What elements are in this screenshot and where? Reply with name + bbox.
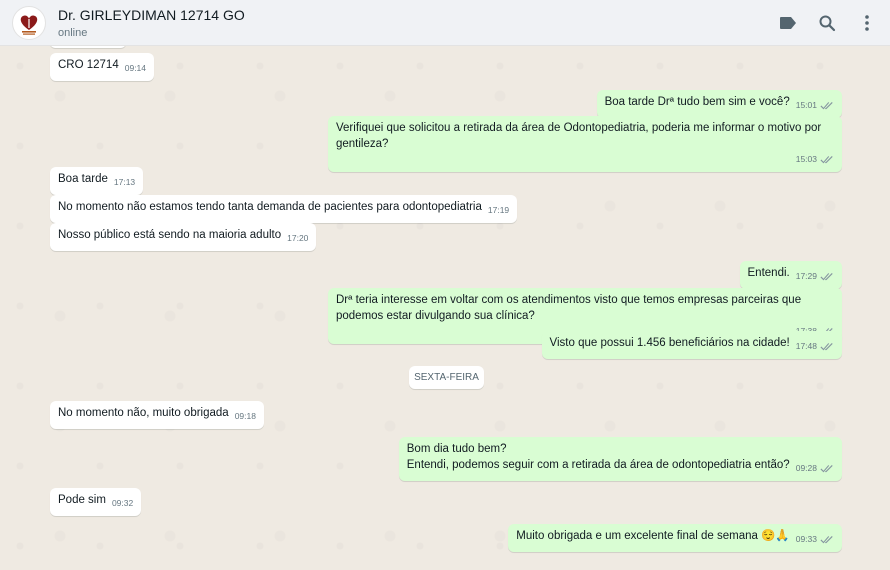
message-time: 17:29 (796, 268, 834, 284)
message-text: CRO 12714 (58, 59, 119, 71)
message-bubble-outgoing[interactable]: Bom dia tudo bem? Entendi, podemos segui… (398, 437, 842, 481)
message-text: Drª teria interesse em voltar com os ate… (336, 294, 802, 322)
double-check-icon (820, 464, 833, 472)
double-check-icon (820, 101, 833, 109)
message-bubble-outgoing[interactable]: Muito obrigada e um excelente final de s… (508, 524, 842, 552)
search-icon[interactable] (816, 12, 838, 34)
message-bubble-incoming[interactable]: No momento não, muito obrigada 09:18 (50, 401, 264, 429)
message-time: 17:48 (796, 338, 834, 354)
contact-avatar[interactable] (12, 6, 46, 40)
message-bubble-incoming[interactable]: Nosso público está sendo na maioria adul… (50, 223, 317, 251)
message-text: No momento não, muito obrigada (58, 407, 229, 419)
message-time: 09:28 (796, 460, 834, 476)
message-time: 15:03 (336, 151, 834, 167)
chat-area[interactable]: CRO 12714 09:14 Boa tarde Drª tudo bem si… (0, 46, 890, 570)
message-time: 09:18 (234, 411, 256, 421)
message-bubble-outgoing[interactable]: Visto que possui 1.456 beneficiários na … (541, 331, 842, 359)
double-check-icon (820, 342, 833, 350)
double-check-icon (820, 535, 833, 543)
message-time: 09:33 (796, 531, 834, 547)
message-time: 09:32 (111, 498, 134, 508)
message-text: Visto que possui 1.456 beneficiários na … (549, 337, 790, 349)
contact-name[interactable]: Dr. GIRLEYDIMAN 12714 GO (58, 7, 245, 23)
message-text: Entendi. (747, 267, 790, 279)
message-time: 17:13 (113, 177, 136, 187)
contact-status: online (58, 27, 88, 39)
menu-icon[interactable] (856, 12, 878, 34)
message-time: 17:20 (287, 233, 309, 243)
message-time: 17:19 (487, 205, 510, 215)
message-text: Muito obrigada e um excelente final de s… (516, 530, 790, 542)
message-text: Nosso público está sendo na maioria adul… (58, 229, 282, 241)
double-check-icon (820, 155, 833, 163)
message-text: No momento não estamos tendo tanta deman… (58, 201, 482, 213)
message-bubble-outgoing[interactable]: Verifiquei que solicitou a retirada da á… (328, 116, 842, 172)
message-bubble-incoming[interactable]: Boa tarde 17:13 (50, 167, 144, 195)
message-bubble-outgoing[interactable]: Entendi. 17:29 (739, 261, 842, 289)
message-text: Verifiquei que solicitou a retirada da á… (336, 122, 822, 150)
message-text: Bom dia tudo bem? Entendi, podemos segui… (406, 443, 790, 471)
date-separator: SEXTA-FEIRA (409, 366, 484, 389)
message-bubble-incoming[interactable]: CRO 12714 09:14 (50, 53, 155, 81)
message-text: Boa tarde (58, 173, 108, 185)
double-check-icon (820, 272, 833, 280)
label-icon[interactable] (777, 12, 799, 34)
clinic-logo-icon (20, 15, 38, 35)
message-bubble-incoming[interactable]: Pode sim 09:32 (50, 488, 142, 516)
message-bubble-incoming[interactable]: No momento não estamos tendo tanta deman… (50, 195, 518, 223)
message-time: 09:14 (124, 63, 147, 73)
message-text: Boa tarde Drª tudo bem sim e você? (604, 96, 790, 108)
message-bubble-partial (50, 46, 126, 48)
chat-header: Dr. GIRLEYDIMAN 12714 GO online (0, 0, 890, 46)
message-time: 15:01 (796, 97, 834, 113)
message-bubble-outgoing[interactable]: Boa tarde Drª tudo bem sim e você? 15:01 (596, 90, 842, 118)
message-text: Pode sim (58, 494, 106, 506)
